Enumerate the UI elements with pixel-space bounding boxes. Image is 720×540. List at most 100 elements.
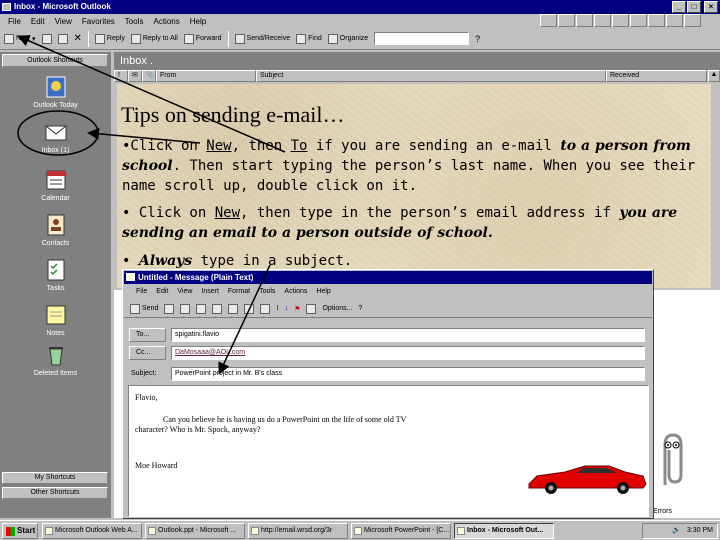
menu-favorites[interactable]: Favorites bbox=[82, 17, 115, 26]
forward-button[interactable]: Forward bbox=[183, 33, 222, 44]
message-body[interactable]: Flavio, Can you believe he is having us … bbox=[128, 385, 649, 517]
quick-icon[interactable] bbox=[558, 14, 575, 27]
shortcut-outlook-today[interactable]: Outlook Today bbox=[0, 74, 111, 109]
taskbar-item[interactable]: Microsoft Outlook Web A... bbox=[42, 523, 142, 539]
menu-view[interactable]: View bbox=[55, 17, 72, 26]
check-names-icon[interactable] bbox=[260, 303, 271, 314]
received-column[interactable]: Received bbox=[606, 70, 707, 82]
compose-menu-actions[interactable]: Actions bbox=[284, 286, 307, 298]
quick-icon[interactable] bbox=[612, 14, 629, 27]
address-book-icon[interactable] bbox=[244, 303, 255, 314]
office-assistant-icon[interactable] bbox=[655, 430, 685, 490]
shortcut-label: Contacts bbox=[41, 240, 70, 247]
deleted-items-icon bbox=[43, 342, 69, 368]
taskbar-item[interactable]: http://email.wrsd.org/3r bbox=[248, 523, 348, 539]
reply-button[interactable]: Reply bbox=[94, 33, 125, 44]
chevron-down-icon[interactable]: ▾ bbox=[32, 35, 36, 43]
to-button[interactable]: To... bbox=[129, 327, 166, 342]
menu-tools[interactable]: Tools bbox=[125, 17, 144, 26]
shortcut-inbox[interactable]: Inbox (1) bbox=[0, 119, 111, 154]
instruction-title: Tips on sending e-mail… bbox=[121, 102, 345, 127]
taskbar-item-active[interactable]: Inbox - Microsoft Out... bbox=[454, 523, 554, 539]
quick-icon[interactable] bbox=[648, 14, 665, 27]
importance-high-icon[interactable]: ! bbox=[276, 305, 278, 312]
taskbar-item[interactable]: Outlook.ppt - Microsoft ... bbox=[145, 523, 245, 539]
cc-field[interactable]: DaMosaaa@AOL.com bbox=[171, 345, 645, 360]
find-button[interactable]: Find bbox=[296, 33, 322, 44]
icon-column[interactable]: ✉ bbox=[128, 70, 142, 82]
cut-icon[interactable] bbox=[196, 303, 207, 314]
paste-icon[interactable] bbox=[228, 303, 239, 314]
to-field[interactable]: spigatini.flavio bbox=[171, 327, 645, 342]
delete-icon[interactable]: ✕ bbox=[74, 33, 82, 44]
send-receive-button[interactable]: Send/Receive bbox=[234, 33, 290, 44]
importance-low-icon[interactable]: ↓ bbox=[285, 305, 289, 312]
quick-icon[interactable] bbox=[684, 14, 701, 27]
shortcut-deleted-items[interactable]: Deleted Items bbox=[0, 342, 111, 377]
save-icon[interactable] bbox=[164, 303, 175, 314]
organize-button[interactable]: Organize bbox=[327, 33, 368, 44]
subject-label: Subject: bbox=[131, 370, 157, 377]
bullet-text: , then bbox=[231, 138, 291, 154]
cc-button[interactable]: Cc... bbox=[129, 345, 166, 360]
compose-menu-format[interactable]: Format bbox=[228, 286, 250, 298]
send-button[interactable]: Send bbox=[130, 303, 158, 314]
shortcut-notes[interactable]: Notes bbox=[0, 302, 111, 337]
flag-icon[interactable]: ⚑ bbox=[294, 305, 300, 313]
other-shortcuts-button[interactable]: Other Shortcuts bbox=[2, 487, 108, 499]
copy-icon[interactable] bbox=[212, 303, 223, 314]
quick-icon[interactable] bbox=[540, 14, 557, 27]
shortcut-label: Inbox (1) bbox=[41, 147, 70, 154]
start-button[interactable]: Start bbox=[2, 523, 38, 539]
compose-menu-bar: File Edit View Insert Format Tools Actio… bbox=[124, 286, 652, 298]
help-icon[interactable]: ? bbox=[358, 305, 362, 312]
compose-menu-file[interactable]: File bbox=[136, 286, 147, 298]
outlook-shortcuts-header[interactable]: Outlook Shortcuts bbox=[2, 54, 108, 67]
reply-all-label: Reply to All bbox=[142, 35, 178, 42]
compose-title: Untitled - Message (Plain Text) bbox=[138, 273, 254, 282]
subject-field[interactable]: PowerPoint project in Mr. B's class bbox=[171, 366, 645, 381]
cc-row: Cc... DaMosaaa@AOL.com bbox=[129, 345, 645, 360]
scroll-up-button[interactable]: ▲ bbox=[708, 70, 720, 82]
close-button[interactable]: × bbox=[704, 1, 718, 13]
shortcut-contacts[interactable]: Contacts bbox=[0, 212, 111, 247]
menu-help[interactable]: Help bbox=[190, 17, 206, 26]
bullet-text: if you are sending an e-mail bbox=[307, 138, 561, 154]
quick-icon[interactable] bbox=[576, 14, 593, 27]
print-icon[interactable] bbox=[180, 303, 191, 314]
print-icon[interactable] bbox=[41, 33, 52, 44]
reply-all-button[interactable]: Reply to All bbox=[130, 33, 178, 44]
compose-menu-edit[interactable]: Edit bbox=[156, 286, 168, 298]
new-button[interactable]: New ▾ bbox=[4, 33, 36, 44]
from-column[interactable]: From bbox=[156, 70, 256, 82]
quick-icon[interactable] bbox=[666, 14, 683, 27]
maximize-button[interactable]: □ bbox=[687, 1, 701, 13]
menu-edit[interactable]: Edit bbox=[31, 17, 45, 26]
minimize-button[interactable]: _ bbox=[672, 1, 686, 13]
clock[interactable]: 3:30 PM bbox=[687, 527, 713, 534]
shortcut-label: Outlook Today bbox=[33, 102, 78, 109]
shortcut-calendar[interactable]: Calendar bbox=[0, 167, 111, 202]
compose-menu-view[interactable]: View bbox=[177, 286, 192, 298]
quick-icon[interactable] bbox=[630, 14, 647, 27]
move-icon[interactable] bbox=[57, 33, 68, 44]
options-button[interactable]: Options... bbox=[322, 305, 352, 312]
compose-menu-insert[interactable]: Insert bbox=[201, 286, 219, 298]
address-book-search-input[interactable] bbox=[374, 32, 470, 45]
menu-file[interactable]: File bbox=[8, 17, 21, 26]
importance-column[interactable]: ! bbox=[114, 70, 128, 82]
shortcut-label: Deleted Items bbox=[33, 370, 78, 377]
separator bbox=[87, 30, 89, 47]
taskbar-item[interactable]: Microsoft PowerPoint - [C... bbox=[351, 523, 451, 539]
tray-icon[interactable]: 🔊 bbox=[672, 527, 681, 534]
quick-icon[interactable] bbox=[594, 14, 611, 27]
attachment-column[interactable]: 📎 bbox=[142, 70, 156, 82]
system-tray: 🔊 3:30 PM bbox=[642, 523, 718, 539]
compose-menu-tools[interactable]: Tools bbox=[259, 286, 275, 298]
subject-column[interactable]: Subject bbox=[256, 70, 606, 82]
shortcut-tasks[interactable]: Tasks bbox=[0, 257, 111, 292]
menu-actions[interactable]: Actions bbox=[153, 17, 179, 26]
my-shortcuts-button[interactable]: My Shortcuts bbox=[2, 472, 108, 484]
compose-menu-help[interactable]: Help bbox=[316, 286, 330, 298]
help-icon[interactable]: ? bbox=[475, 34, 480, 44]
